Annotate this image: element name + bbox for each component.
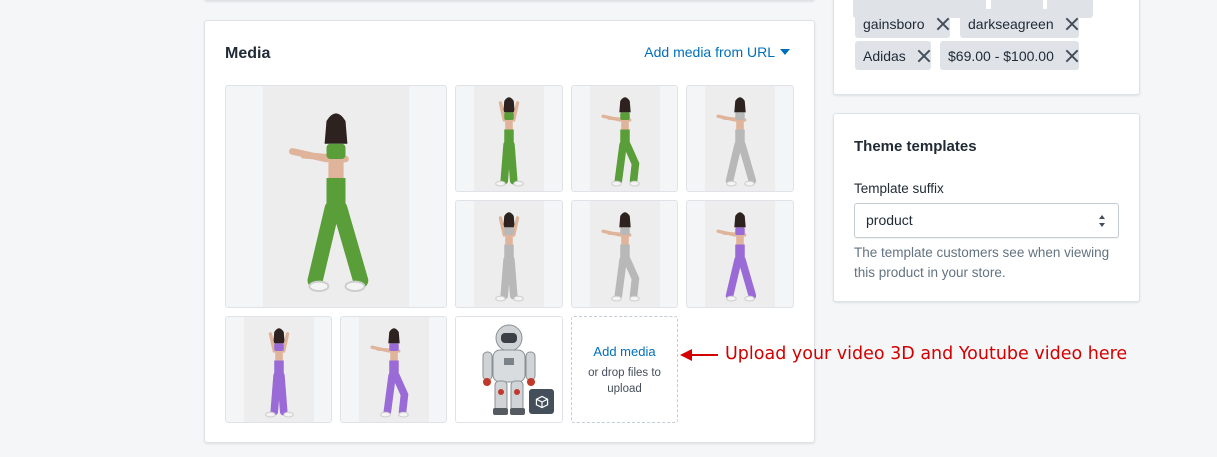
tag-chip: darkseagreen xyxy=(960,9,1079,38)
remove-tag-icon[interactable] xyxy=(917,49,931,63)
remove-tag-icon[interactable] xyxy=(1065,17,1079,31)
product-photo xyxy=(474,86,544,191)
media-tile[interactable] xyxy=(686,200,794,308)
template-suffix-select[interactable]: product xyxy=(854,203,1119,238)
media-tile[interactable] xyxy=(571,85,678,192)
product-photo xyxy=(474,201,544,307)
media-tile[interactable] xyxy=(455,85,563,192)
product-photo xyxy=(589,86,660,191)
media-tile[interactable] xyxy=(225,85,447,308)
caret-down-icon xyxy=(780,49,790,55)
theme-templates-title: Theme templates xyxy=(854,138,977,155)
product-photo xyxy=(705,86,775,191)
media-card: Media Add media from URL Add media or dr… xyxy=(204,20,815,443)
media-tile[interactable] xyxy=(686,85,794,192)
template-suffix-value: product xyxy=(866,212,913,228)
annotation-text: Upload your video 3D and Youtube video h… xyxy=(725,344,1128,364)
add-media-from-url-label: Add media from URL xyxy=(644,44,775,60)
product-photo xyxy=(358,317,429,422)
product-photo xyxy=(589,201,660,307)
add-media-dropzone[interactable]: Add media or drop files to upload xyxy=(571,316,678,423)
tag-label: darkseagreen xyxy=(968,15,1054,32)
tag-label: $69.00 - $100.00 xyxy=(948,47,1054,64)
cube-icon xyxy=(535,395,548,408)
tag-chip: Adidas xyxy=(855,41,931,70)
select-arrows-icon xyxy=(1098,215,1106,227)
media-tile[interactable] xyxy=(340,316,447,423)
media-tile[interactable] xyxy=(455,200,563,308)
3d-model-badge xyxy=(529,389,554,414)
annotation-arrow-icon xyxy=(680,349,718,361)
media-tile-3d-model[interactable] xyxy=(455,316,563,423)
media-tile[interactable] xyxy=(571,200,678,308)
media-tile[interactable] xyxy=(225,316,332,423)
tag-label: Adidas xyxy=(863,47,906,64)
add-media-link[interactable]: Add media xyxy=(572,344,677,359)
theme-templates-card: Theme templates Template suffix product … xyxy=(833,113,1140,302)
media-title: Media xyxy=(225,45,271,62)
tag-chip: gainsboro xyxy=(855,9,950,38)
product-photo xyxy=(263,86,409,307)
drop-files-hint: or drop files to upload xyxy=(588,367,661,395)
add-media-from-url-button[interactable]: Add media from URL xyxy=(644,44,790,60)
remove-tag-icon[interactable] xyxy=(1065,49,1079,63)
previous-card xyxy=(204,0,815,1)
tag-label: gainsboro xyxy=(863,15,925,32)
template-suffix-help: The template customers see when viewing … xyxy=(854,245,1110,280)
template-suffix-label: Template suffix xyxy=(854,181,944,196)
tags-card: gainsboro darkseagreen Adidas $69.00 - $… xyxy=(833,0,1140,95)
product-photo xyxy=(705,201,775,307)
tag-chip: $69.00 - $100.00 xyxy=(940,41,1079,70)
remove-tag-icon[interactable] xyxy=(936,17,950,31)
product-photo xyxy=(243,317,314,422)
